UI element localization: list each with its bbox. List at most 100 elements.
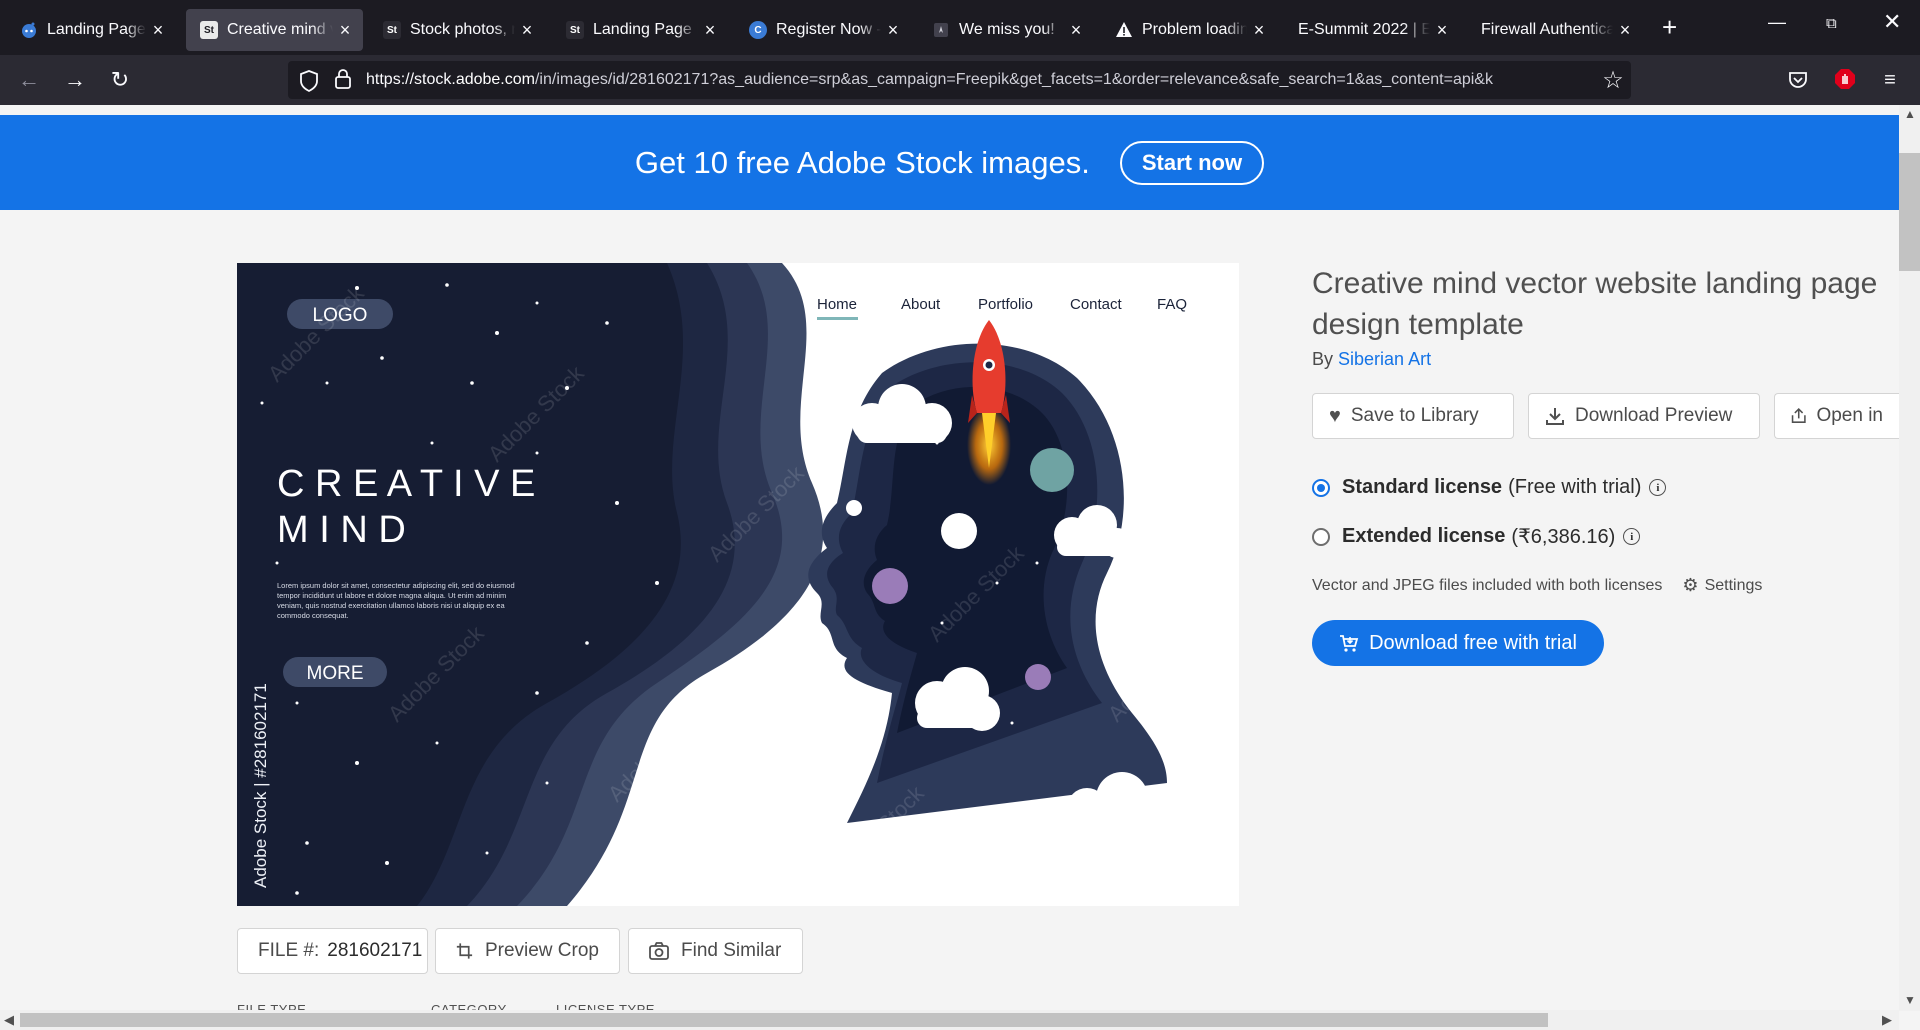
- close-icon[interactable]: ×: [519, 20, 535, 41]
- license-files-note: Vector and JPEG files included with both…: [1312, 575, 1762, 596]
- download-icon: [1546, 408, 1564, 425]
- tab[interactable]: Firewall Authenticati ×: [1467, 9, 1643, 51]
- vertical-scroll-thumb[interactable]: [1899, 153, 1920, 271]
- standard-license-note: (Free with trial): [1508, 476, 1642, 498]
- adobe-stock-icon: St: [566, 21, 584, 39]
- scroll-up-icon[interactable]: ▲: [1904, 107, 1916, 121]
- bookmark-star-icon[interactable]: ☆: [1596, 63, 1630, 97]
- tab[interactable]: Landing Page Im ×: [6, 9, 176, 51]
- gear-icon[interactable]: ⚙: [1682, 575, 1698, 596]
- download-free-trial-button[interactable]: Download free with trial: [1312, 620, 1604, 666]
- lock-icon[interactable]: [335, 69, 351, 89]
- file-number-value: 281602171: [327, 940, 423, 961]
- download-preview-button[interactable]: Download Preview: [1528, 393, 1760, 439]
- extended-license-radio[interactable]: [1312, 527, 1330, 546]
- vertical-scrollbar[interactable]: ▲ ▼: [1899, 105, 1920, 1011]
- svg-text:Adobe Stock: Adobe Stock: [1103, 620, 1210, 727]
- info-icon[interactable]: i: [1623, 528, 1641, 545]
- warning-icon: [1115, 21, 1133, 39]
- horizontal-scroll-thumb[interactable]: [20, 1013, 1548, 1027]
- new-tab-button[interactable]: +: [1662, 12, 1677, 43]
- open-in-button[interactable]: Open in: [1774, 393, 1899, 439]
- preview-nav-about: About: [901, 296, 941, 313]
- extended-license-option[interactable]: Extended license (₹6,386.16) i: [1312, 524, 1641, 549]
- preview-nav-faq: FAQ: [1157, 296, 1187, 313]
- promo-banner: Get 10 free Adobe Stock images. Start no…: [0, 115, 1899, 210]
- file-number-label: FILE #:: [258, 940, 320, 961]
- tab-active[interactable]: St Creative mind ve ×: [186, 9, 363, 51]
- preview-crop-label: Preview Crop: [484, 940, 599, 961]
- shield-icon[interactable]: [299, 70, 319, 92]
- tab-title: Firewall Authenticati: [1481, 21, 1613, 38]
- author-link[interactable]: Siberian Art: [1338, 349, 1431, 369]
- close-icon[interactable]: ×: [1617, 20, 1633, 41]
- adobe-stock-icon: St: [383, 21, 401, 39]
- moon: [941, 513, 977, 549]
- close-icon[interactable]: ×: [337, 20, 353, 41]
- adblock-icon[interactable]: [1834, 68, 1856, 90]
- pocket-icon[interactable]: [1788, 70, 1808, 90]
- tab[interactable]: St Stock photos, ro ×: [369, 9, 545, 51]
- close-icon[interactable]: ×: [702, 20, 718, 41]
- preview-crop-button[interactable]: Preview Crop: [435, 928, 620, 974]
- close-icon[interactable]: ×: [150, 20, 166, 41]
- extended-license-note: (₹6,386.16): [1511, 526, 1616, 548]
- tab-title: E-Summit 2022 | E-C: [1298, 21, 1430, 38]
- camera-icon: [649, 942, 669, 960]
- menu-icon[interactable]: ≡: [1873, 63, 1907, 97]
- save-to-library-label: Save to Library: [1350, 405, 1479, 426]
- small-planet: [846, 500, 862, 516]
- heart-icon: ♥: [1329, 404, 1341, 427]
- tab[interactable]: St Landing Page Im ×: [552, 9, 728, 51]
- start-now-button[interactable]: Start now: [1119, 140, 1265, 185]
- restore-icon[interactable]: ⧉: [1826, 15, 1837, 32]
- purple-planet: [872, 568, 908, 604]
- crop-icon: [456, 943, 473, 959]
- tab-title: Problem loading: [1142, 21, 1247, 38]
- adobe-stock-icon: St: [200, 21, 218, 39]
- reload-icon[interactable]: ↻: [103, 63, 137, 97]
- tab[interactable]: C Register Now - V ×: [735, 9, 911, 51]
- tab-title: Landing Page Im: [593, 21, 698, 38]
- register-icon: C: [749, 21, 767, 39]
- back-icon[interactable]: ←: [12, 63, 46, 97]
- preview-nav-home: Home: [817, 296, 857, 313]
- banner-text: Get 10 free Adobe Stock images.: [634, 144, 1090, 180]
- tab[interactable]: Problem loading ×: [1101, 9, 1277, 51]
- standard-license-radio[interactable]: [1312, 478, 1330, 497]
- horizontal-scrollbar[interactable]: ◀ ▶: [0, 1010, 1899, 1030]
- find-similar-button[interactable]: Find Similar: [628, 928, 803, 974]
- cart-icon: [1340, 635, 1359, 652]
- scroll-right-icon[interactable]: ▶: [1882, 1012, 1892, 1028]
- page-icon: [932, 21, 950, 39]
- tab-title: We miss you!: [959, 21, 1055, 38]
- preview-nav-contact: Contact: [1070, 296, 1123, 313]
- info-icon[interactable]: i: [1649, 479, 1667, 496]
- settings-link[interactable]: Settings: [1705, 577, 1763, 595]
- window-close-icon[interactable]: ✕: [1883, 9, 1901, 35]
- close-icon[interactable]: ×: [1251, 20, 1267, 41]
- more-text: MORE: [307, 663, 364, 684]
- close-icon[interactable]: ×: [1068, 20, 1084, 41]
- save-to-library-button[interactable]: ♥ Save to Library: [1312, 393, 1514, 439]
- forward-icon[interactable]: →: [58, 63, 92, 97]
- close-icon[interactable]: ×: [1434, 20, 1450, 41]
- asset-title: Creative mind vector website landing pag…: [1312, 267, 1878, 341]
- close-icon[interactable]: ×: [885, 20, 901, 41]
- url-domain: adobe.com: [455, 71, 535, 88]
- address-bar[interactable]: https://stock. adobe.com/in/images/id/281…: [288, 61, 1631, 99]
- share-icon: [1791, 407, 1806, 423]
- scroll-left-icon[interactable]: ◀: [4, 1012, 14, 1028]
- tab[interactable]: We miss you! ×: [918, 9, 1094, 51]
- file-number-chip: FILE #: 281602171: [237, 928, 428, 974]
- by-label: By: [1312, 349, 1334, 369]
- nav-underline: [817, 317, 858, 320]
- standard-license-option[interactable]: Standard license (Free with trial) i: [1312, 476, 1667, 499]
- tab[interactable]: E-Summit 2022 | E-C ×: [1284, 9, 1460, 51]
- tab-title: Register Now - V: [776, 21, 881, 38]
- scroll-down-icon[interactable]: ▼: [1904, 993, 1916, 1007]
- asset-preview-image[interactable]: LOGO C R E A T I V E M I N D Lorem ipsum…: [237, 263, 1239, 906]
- minimize-icon[interactable]: —: [1768, 12, 1786, 33]
- tab-title: Stock photos, ro: [410, 21, 515, 38]
- reddit-alien-icon: [20, 21, 38, 39]
